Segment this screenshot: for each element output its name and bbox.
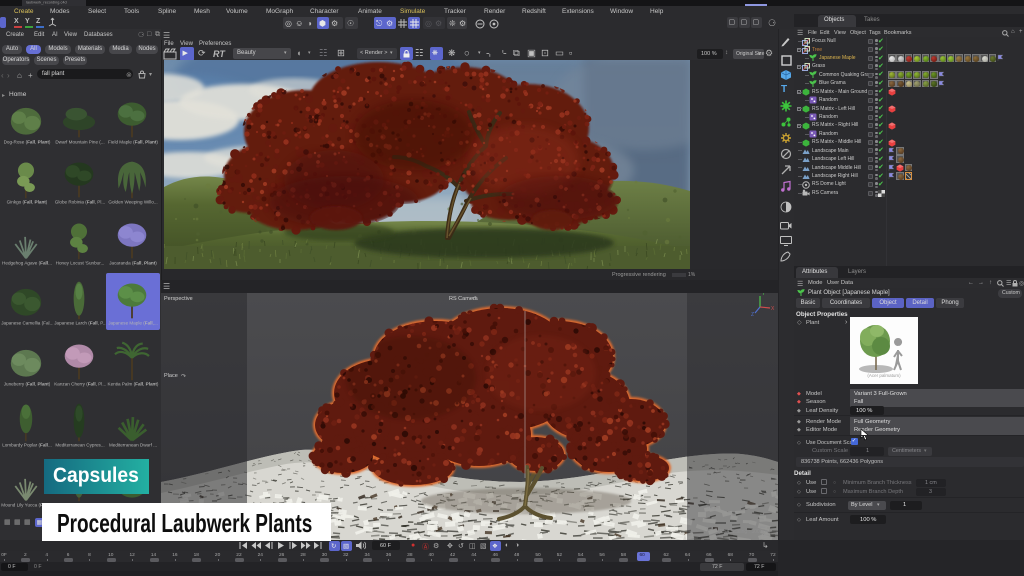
svg-text:(Acer palmatum): (Acer palmatum) xyxy=(867,373,901,378)
svg-text:Z: Z xyxy=(751,312,754,318)
